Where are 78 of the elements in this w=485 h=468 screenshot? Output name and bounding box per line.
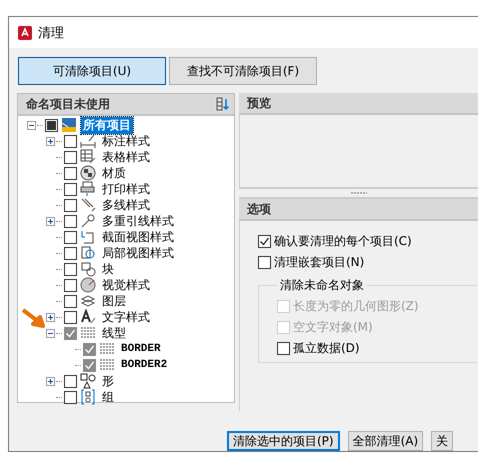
tree-item[interactable]: 截面视图样式 — [100, 228, 176, 246]
tree-checkbox[interactable] — [64, 214, 77, 228]
option-label: 清理嵌套项目(N) — [274, 254, 364, 270]
tree-checkbox[interactable] — [64, 326, 77, 340]
tree-checkbox[interactable] — [64, 390, 77, 404]
tree-checkbox[interactable] — [64, 182, 77, 196]
tree-checkbox[interactable] — [64, 150, 77, 164]
tab[interactable]: 查找不可清除项目(F) — [169, 57, 317, 85]
item-type-icon — [61, 117, 77, 133]
item-type-icon — [80, 309, 96, 325]
header-title: 选项 — [247, 200, 271, 218]
tree-checkbox[interactable] — [64, 278, 77, 292]
tree-item[interactable]: 多重引线样式 — [100, 212, 176, 230]
tree-item[interactable]: 打印样式 — [100, 180, 152, 198]
tree-checkbox[interactable] — [64, 230, 77, 244]
tree-checkbox[interactable] — [64, 262, 77, 276]
item-type-icon — [80, 277, 96, 293]
item-type-icon — [80, 149, 96, 165]
tree-checkbox[interactable] — [64, 246, 77, 260]
item-type-icon — [80, 213, 96, 229]
app-logo-icon — [18, 26, 32, 40]
tree-checkbox[interactable] — [64, 166, 77, 180]
dialog-button[interactable]: 清除选中的项目(P) — [227, 431, 340, 451]
tab[interactable]: 可清除项目(U) — [18, 57, 166, 85]
expand-toggle[interactable] — [46, 136, 55, 146]
header-title: 预览 — [247, 94, 271, 112]
splitter-handle[interactable] — [239, 187, 478, 199]
tree-item[interactable]: 图层 — [100, 292, 128, 310]
item-type-icon — [80, 133, 96, 149]
collapse-toggle[interactable] — [27, 120, 36, 130]
tree-checkbox[interactable] — [64, 310, 77, 324]
expand-toggle[interactable] — [46, 216, 55, 226]
tree-item[interactable]: 视觉样式 — [100, 276, 152, 294]
tree-item[interactable]: 线型 — [100, 324, 128, 342]
option-label: 确认要清理的每个项目(C) — [274, 232, 412, 250]
item-type-icon — [80, 229, 96, 245]
tree-checkbox[interactable] — [64, 134, 77, 148]
item-type-icon — [80, 261, 96, 277]
tree-item[interactable]: 组 — [100, 388, 116, 406]
item-type-icon — [80, 197, 96, 213]
header-title: 命名项目未使用 — [26, 96, 110, 112]
item-type-icon — [80, 165, 96, 181]
tree-item[interactable]: 标注样式 — [100, 132, 152, 150]
option-label: 长度为零的几何图形(Z) — [293, 298, 419, 314]
sort-icon[interactable] — [216, 97, 230, 111]
tree-checkbox[interactable] — [83, 358, 96, 372]
tree-checkbox[interactable] — [45, 118, 58, 132]
tree-checkbox[interactable] — [64, 294, 77, 308]
tree-item[interactable]: 材质 — [100, 164, 128, 182]
expand-toggle[interactable] — [46, 376, 55, 386]
item-type-icon — [80, 293, 96, 309]
window-title: 清理 — [38, 24, 64, 42]
tree-checkbox[interactable] — [83, 342, 96, 356]
checkbox[interactable] — [258, 256, 271, 268]
item-type-icon — [80, 389, 96, 405]
tree-item[interactable]: 形 — [100, 372, 116, 390]
tree-item[interactable]: 多线样式 — [100, 196, 152, 214]
tree-checkbox[interactable] — [64, 198, 77, 212]
tree-item[interactable]: 块 — [100, 260, 116, 278]
tree-item[interactable]: 局部视图样式 — [100, 244, 176, 262]
checkbox[interactable] — [277, 342, 290, 354]
item-type-icon — [80, 181, 96, 197]
collapse-toggle[interactable] — [46, 328, 55, 338]
option-label: 孤立数据(D) — [293, 340, 360, 356]
tree-item[interactable]: 文字样式 — [100, 308, 152, 326]
item-type-icon — [80, 373, 96, 389]
dialog-button[interactable]: 全部清理(A) — [348, 431, 424, 451]
tree-item[interactable]: 表格样式 — [100, 148, 152, 166]
tree-checkbox[interactable] — [64, 374, 77, 388]
option-label: 空文字对象(M) — [293, 318, 373, 336]
tree-item[interactable]: BORDER2 — [119, 359, 170, 371]
checkbox[interactable] — [258, 234, 271, 248]
expand-toggle[interactable] — [46, 312, 55, 322]
dialog-button[interactable]: 关 — [431, 431, 454, 451]
tree-item[interactable]: BORDER — [119, 343, 163, 355]
item-type-icon — [80, 245, 96, 261]
group-title: 清除未命名对象 — [279, 277, 365, 294]
tree-item[interactable]: 所有项目 — [81, 116, 133, 134]
